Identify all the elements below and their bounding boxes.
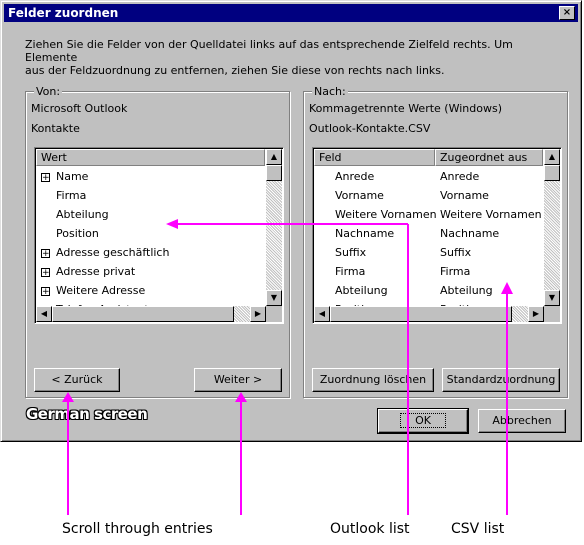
callout-outlook-list: Outlook list xyxy=(330,521,410,537)
arrow-next-head xyxy=(235,392,247,402)
annotation-arrows xyxy=(62,219,513,515)
callout-csv-list: CSV list xyxy=(451,521,505,537)
arrow-csv-head xyxy=(501,282,513,294)
arrow-outlook-head xyxy=(166,219,178,229)
arrow-back-head xyxy=(62,392,74,402)
callout-scroll: Scroll through entries xyxy=(62,521,213,537)
